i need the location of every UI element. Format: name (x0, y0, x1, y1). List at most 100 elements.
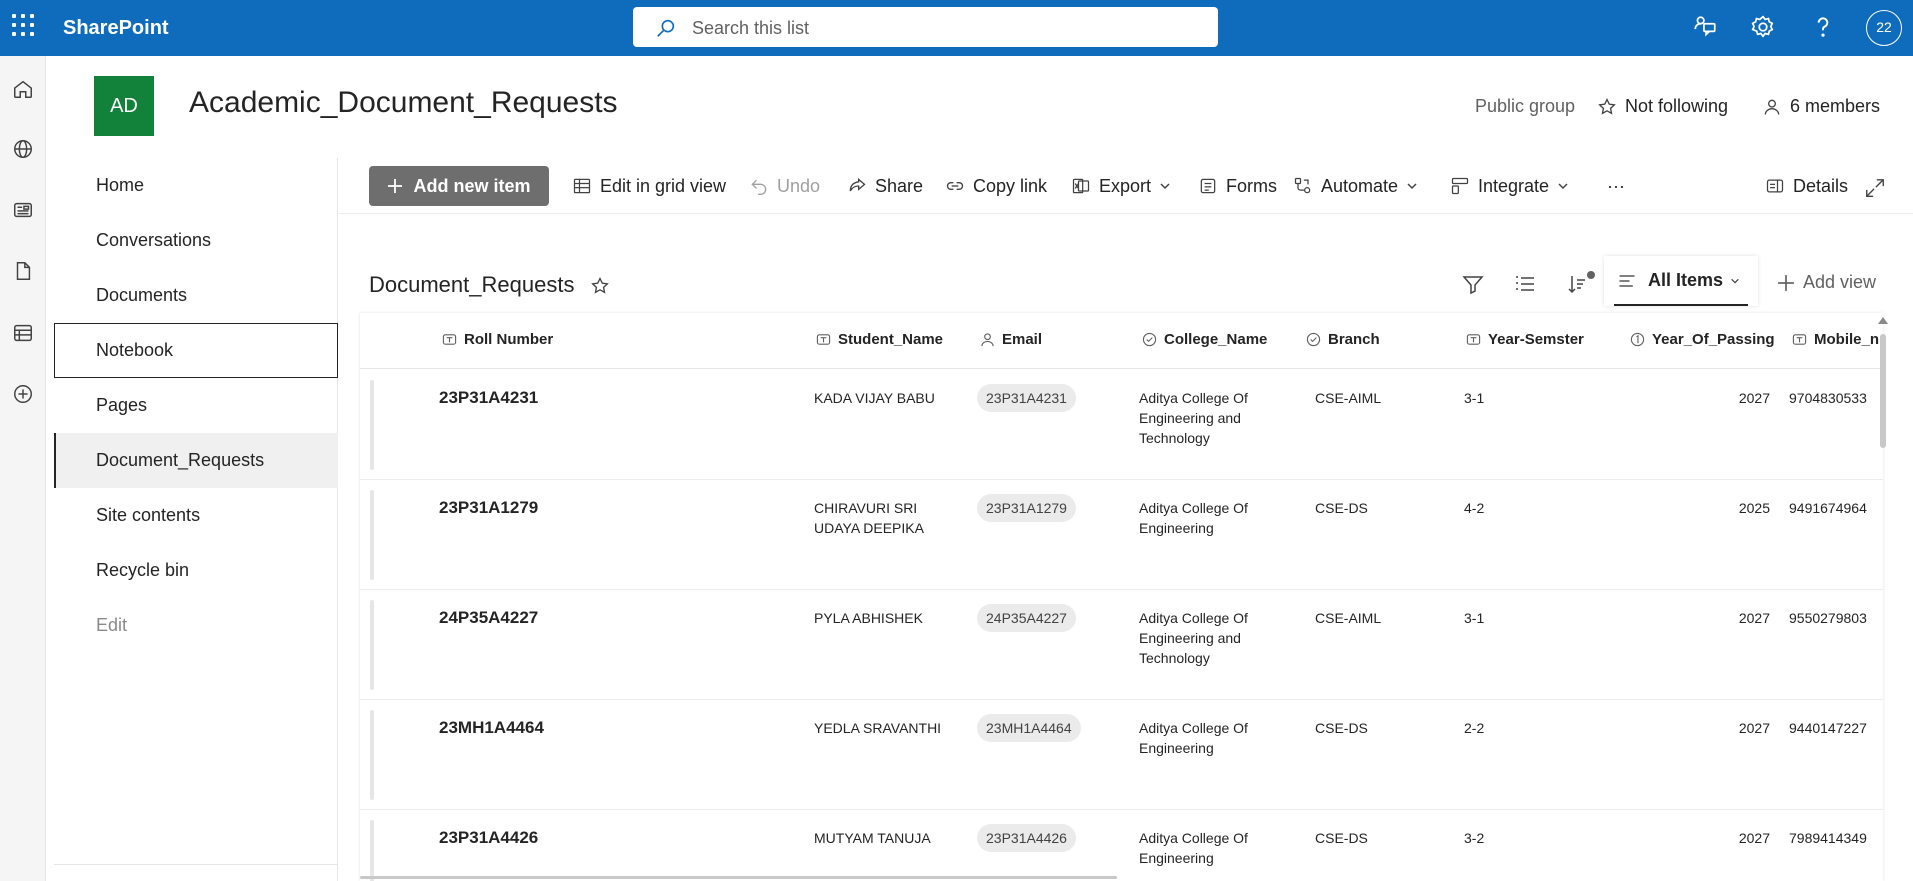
email-person-pill[interactable]: 24P35A4227 (977, 604, 1076, 632)
column-label: Year_Of_Passing (1652, 331, 1775, 348)
search-input[interactable]: Search this list (692, 18, 809, 39)
app-name[interactable]: SharePoint (63, 17, 169, 40)
nav-item-pages[interactable]: Pages (54, 378, 338, 433)
email-person-pill[interactable]: 23P31A4231 (977, 384, 1076, 412)
view-selector[interactable]: All Items (1604, 256, 1758, 306)
search-box[interactable]: Search this list (633, 7, 1218, 47)
table-row[interactable]: 23P31A1279 CHIRAVURI SRI UDAYA DEEPIKA 2… (360, 480, 1883, 590)
mobile-cell: 7989414349 (1789, 830, 1867, 846)
column-header-year-of-passing[interactable]: Year_Of_Passing (1630, 331, 1775, 348)
column-header-mobile[interactable]: Mobile_n (1792, 331, 1879, 348)
add-new-item-button[interactable]: Add new item (369, 166, 549, 206)
news-icon[interactable] (12, 199, 34, 221)
row-selection-handle[interactable] (370, 710, 374, 800)
favorite-star-icon[interactable] (590, 276, 610, 296)
nav-item-site-contents[interactable]: Site contents (54, 488, 338, 543)
plus-icon (1778, 274, 1794, 291)
integrate-button[interactable]: Integrate (1450, 172, 1569, 200)
text-column-icon (1466, 334, 1481, 345)
copy-link-button[interactable]: Copy link (945, 172, 1047, 200)
globe-icon[interactable] (12, 138, 34, 160)
row-selection-handle[interactable] (370, 820, 374, 881)
table-row[interactable]: 23P31A4426 MUTYAM TANUJA 23P31A4426 Adit… (360, 810, 1883, 881)
feedback-icon[interactable] (1692, 14, 1718, 40)
add-view-button[interactable]: Add view (1777, 272, 1876, 293)
college-name-cell: Aditya College Of Engineering (1139, 828, 1248, 868)
table-row[interactable]: 24P35A4227 PYLA ABHISHEK 24P35A4227 Adit… (360, 590, 1883, 700)
column-header-college-name[interactable]: College_Name (1142, 331, 1267, 348)
text-column-icon (442, 334, 457, 345)
year-of-passing-cell: 2027 (1738, 830, 1770, 846)
column-header-branch[interactable]: Branch (1306, 331, 1380, 348)
undo-button[interactable]: Undo (749, 172, 820, 200)
excel-icon (1072, 178, 1090, 194)
user-avatar[interactable]: 22 (1866, 10, 1902, 46)
more-options-button[interactable]: ··· (1607, 172, 1625, 200)
email-person-pill[interactable]: 23P31A4426 (977, 824, 1076, 852)
nav-item-edit[interactable]: Edit (54, 598, 338, 653)
nav-item-conversations[interactable]: Conversations (54, 213, 338, 268)
column-label: Student_Name (838, 331, 944, 348)
text-column-icon (1792, 334, 1807, 345)
details-button[interactable]: Details (1765, 172, 1848, 200)
nav-item-notebook[interactable]: Notebook (54, 323, 338, 378)
row-selection-handle[interactable] (370, 490, 374, 580)
mobile-cell: 9550279803 (1789, 610, 1867, 626)
year-of-passing-cell: 2025 (1738, 500, 1770, 516)
roll-number-cell[interactable]: 23P31A1279 (439, 498, 538, 518)
column-header-year-semster[interactable]: Year-Semster (1466, 331, 1584, 348)
row-selection-handle[interactable] (370, 600, 374, 690)
horizontal-scrollbar[interactable] (360, 876, 1117, 879)
table-row[interactable]: 23P31A4231 KADA VIJAY BABU 23P31A4231 Ad… (360, 370, 1883, 480)
nav-item-recycle-bin[interactable]: Recycle bin (54, 543, 338, 598)
number-column-icon (1630, 332, 1645, 347)
add-new-item-label: Add new item (413, 175, 531, 196)
roll-number-cell[interactable]: 24P35A4227 (439, 608, 538, 628)
members-button[interactable]: 6 members (1762, 96, 1880, 117)
nav-item-home[interactable]: Home (54, 158, 338, 213)
college-line: Aditya College Of (1139, 720, 1248, 736)
scroll-up-arrow-icon[interactable] (1878, 317, 1888, 324)
column-header-email[interactable]: Email (980, 331, 1042, 348)
integrate-label: Integrate (1478, 175, 1550, 196)
automate-icon (1294, 177, 1311, 194)
group-by-icon[interactable] (1513, 272, 1537, 296)
mobile-cell: 9704830533 (1789, 390, 1867, 406)
group-type: Public group (1475, 96, 1575, 117)
college-line: Aditya College Of (1139, 500, 1248, 516)
export-button[interactable]: Export (1071, 172, 1171, 200)
column-header-roll-number[interactable]: Roll Number (442, 331, 553, 348)
app-launcher-icon[interactable] (12, 14, 34, 36)
gear-icon[interactable] (1750, 14, 1776, 40)
roll-number-cell[interactable]: 23MH1A4464 (439, 718, 544, 738)
edit-grid-button[interactable]: Edit in grid view (572, 172, 726, 200)
forms-button[interactable]: Forms (1198, 172, 1277, 200)
nav-item-document-requests[interactable]: Document_Requests (54, 433, 338, 488)
row-selection-handle[interactable] (370, 380, 374, 470)
text-column-icon (816, 334, 831, 345)
nav-item-documents[interactable]: Documents (54, 268, 338, 323)
college-line: Aditya College Of (1139, 830, 1248, 846)
site-logo[interactable]: AD (94, 76, 154, 136)
column-header-student-name[interactable]: Student_Name (816, 331, 943, 348)
details-label: Details (1793, 175, 1849, 196)
email-person-pill[interactable]: 23P31A1279 (977, 494, 1076, 522)
roll-number-cell[interactable]: 23P31A4231 (439, 388, 538, 408)
home-icon[interactable] (12, 78, 34, 100)
suite-bar: SharePoint Search this list 22 (0, 0, 1913, 56)
share-button[interactable]: Share (847, 172, 923, 200)
lists-icon[interactable] (12, 322, 34, 344)
follow-button[interactable]: Not following (1597, 96, 1728, 117)
create-icon[interactable] (12, 383, 34, 405)
site-title[interactable]: Academic_Document_Requests (189, 86, 618, 120)
college-line: Engineering and (1139, 410, 1241, 426)
email-person-pill[interactable]: 23MH1A4464 (977, 714, 1081, 742)
vertical-scrollbar[interactable] (1880, 334, 1886, 448)
document-icon[interactable] (12, 260, 34, 282)
automate-button[interactable]: Automate (1293, 172, 1418, 200)
roll-number-cell[interactable]: 23P31A4426 (439, 828, 538, 848)
table-row[interactable]: 23MH1A4464 YEDLA SRAVANTHI 23MH1A4464 Ad… (360, 700, 1883, 810)
filter-icon[interactable] (1461, 272, 1485, 296)
help-icon[interactable] (1810, 14, 1836, 40)
expand-icon[interactable] (1864, 174, 1886, 202)
